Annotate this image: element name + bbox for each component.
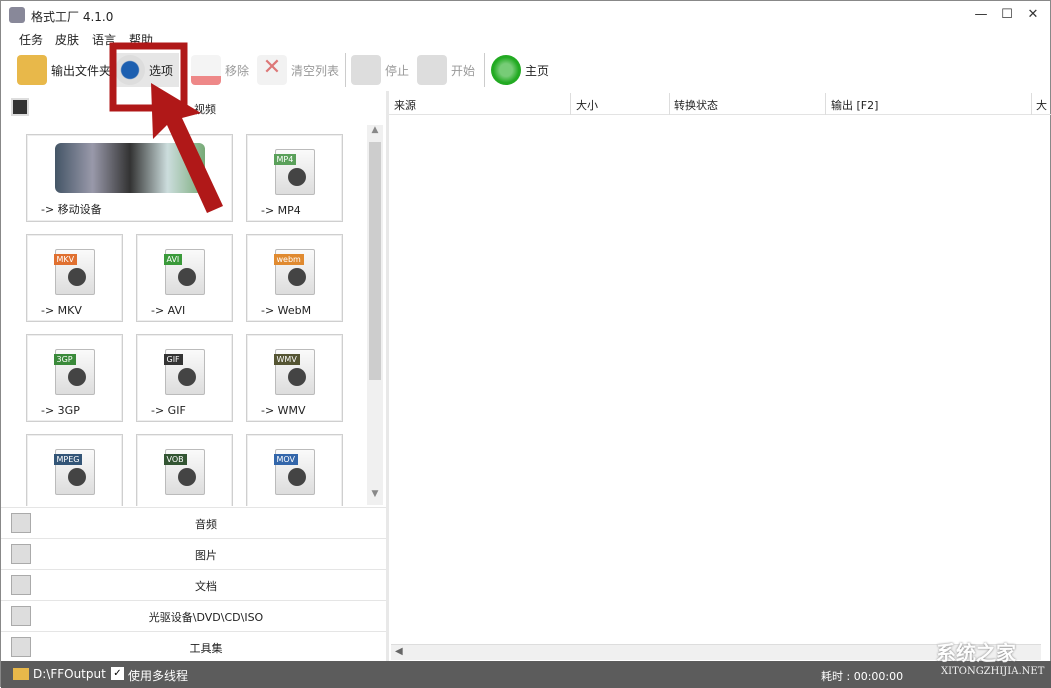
annotation-overlay [109,42,223,213]
